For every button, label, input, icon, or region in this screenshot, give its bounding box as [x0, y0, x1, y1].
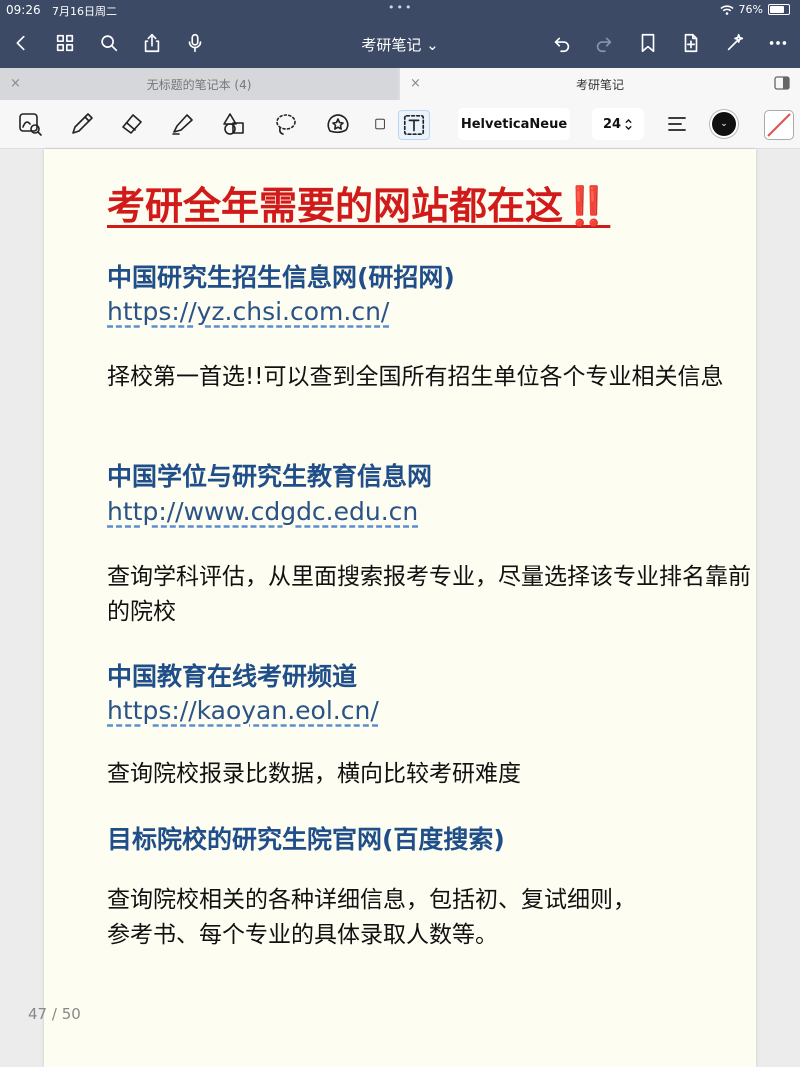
- chevron-down-icon: ⌄: [426, 36, 439, 54]
- eraser-tool[interactable]: [118, 110, 146, 138]
- more-icon: [769, 41, 787, 45]
- shapes-icon: [223, 113, 244, 135]
- text-box-icon: [403, 114, 425, 136]
- page-counter-current: 47: [28, 1005, 48, 1023]
- page-counter-separator: /: [47, 1005, 62, 1023]
- notebook-title-text: 考研笔记: [361, 36, 422, 54]
- sticker-tool[interactable]: [324, 110, 352, 138]
- drawing-toolbar: HelveticaNeue 24 ⌄: [0, 100, 800, 149]
- status-time: 09:26: [6, 3, 41, 17]
- add-page-button[interactable]: [678, 30, 704, 56]
- wifi-icon: [720, 4, 734, 15]
- redo-button[interactable]: [591, 30, 617, 56]
- more-button[interactable]: [765, 30, 791, 56]
- lasso-zoom-tool[interactable]: [16, 110, 44, 138]
- notebook-title-button[interactable]: 考研笔记 ⌄: [361, 36, 438, 54]
- tab-kaoyan-notes[interactable]: × 考研笔记: [400, 68, 800, 100]
- shape-tool[interactable]: [220, 110, 248, 138]
- share-button[interactable]: [139, 30, 165, 56]
- status-date: 7月16日周二: [52, 5, 117, 18]
- page-counter[interactable]: 47 / 50: [28, 1005, 81, 1023]
- highlighter-icon: [172, 114, 193, 135]
- tab-untitled-notebook[interactable]: × 无标题的笔记本 (4): [0, 68, 398, 100]
- font-size-select[interactable]: 24: [592, 108, 644, 140]
- pen-tool[interactable]: [68, 110, 96, 138]
- bookmark-icon: [641, 33, 655, 53]
- text-tool[interactable]: [398, 110, 430, 140]
- chevron-up-down-icon: [625, 118, 632, 130]
- share-icon: [144, 33, 160, 53]
- no-fill-icon: [767, 113, 791, 137]
- add-page-icon: [684, 33, 698, 53]
- section-desc-cdgdc[interactable]: 查询学科评估，从里面搜索报考专业，尽量选择该专业排名靠前的院校: [107, 560, 752, 630]
- lasso-tool[interactable]: [272, 110, 300, 138]
- section-desc-eol[interactable]: 查询院校报录比数据，横向比较考研难度: [107, 757, 752, 792]
- font-family-select[interactable]: HelveticaNeue: [458, 108, 570, 140]
- split-view-icon[interactable]: [774, 76, 790, 90]
- text-align-icon[interactable]: [666, 114, 688, 134]
- back-button[interactable]: [8, 30, 34, 56]
- eraser-icon: [122, 114, 142, 134]
- zoom-box-icon: [19, 113, 42, 136]
- tools-button[interactable]: [722, 30, 748, 56]
- highlighter-tool[interactable]: [168, 110, 196, 138]
- grid-icon: [56, 34, 74, 52]
- multitasking-dots[interactable]: •••: [388, 1, 413, 14]
- image-icon: [375, 118, 385, 130]
- bookmark-button[interactable]: [635, 30, 661, 56]
- lasso-icon: [276, 114, 296, 135]
- battery-fill: [770, 6, 784, 13]
- status-right: 76%: [720, 3, 790, 16]
- section-desc-target-school-line2[interactable]: 参考书、每个专业的具体录取人数等。: [107, 918, 752, 953]
- undo-icon: [554, 37, 570, 53]
- page-counter-total: 50: [61, 1005, 81, 1023]
- chevron-left-icon: [16, 35, 25, 51]
- microphone-button[interactable]: [182, 30, 208, 56]
- tab-label: 考研笔记: [575, 77, 624, 92]
- section-desc-yanzhao[interactable]: 择校第一首选!!可以查到全国所有招生单位各个专业相关信息: [107, 360, 752, 395]
- top-bar: 09:26 7月16日周二 ••• 76% 考研笔记 ⌄: [0, 0, 800, 68]
- text-color-button[interactable]: ⌄: [712, 112, 736, 136]
- microphone-icon: [188, 33, 202, 53]
- search-icon: [101, 35, 118, 52]
- close-icon[interactable]: ×: [410, 76, 421, 91]
- page-title[interactable]: 考研全年需要的网站都在这‼️: [107, 175, 610, 230]
- link-cdgdc[interactable]: http://www.cdgdc.edu.cn: [107, 497, 418, 526]
- font-size-value: 24: [602, 116, 622, 132]
- chevron-down-icon: ⌄: [720, 119, 728, 129]
- magic-wand-icon: [727, 33, 744, 51]
- thumbnails-button[interactable]: [52, 30, 78, 56]
- section-heading-target-school[interactable]: 目标院校的研究生院官网(百度搜索): [107, 820, 505, 856]
- tab-label: 无标题的笔记本 (4): [146, 77, 252, 92]
- redo-icon: [596, 37, 612, 53]
- pen-icon: [72, 113, 93, 134]
- section-heading-yanzhao[interactable]: 中国研究生招生信息网(研招网): [107, 258, 455, 294]
- section-heading-cdgdc[interactable]: 中国学位与研究生教育信息网: [107, 457, 432, 493]
- link-yanzhao[interactable]: https://yz.chsi.com.cn/: [107, 297, 389, 326]
- star-sticker-icon: [327, 114, 349, 134]
- section-desc-target-school-line1[interactable]: 查询院校相关的各种详细信息，包括初、复试细则，: [107, 883, 752, 918]
- section-heading-eol[interactable]: 中国教育在线考研频道: [107, 657, 357, 693]
- undo-button[interactable]: [549, 30, 575, 56]
- search-button[interactable]: [96, 30, 122, 56]
- fill-color-button[interactable]: [764, 110, 794, 140]
- battery-icon: [768, 4, 790, 15]
- close-icon[interactable]: ×: [10, 76, 21, 91]
- link-eol[interactable]: https://kaoyan.eol.cn/: [107, 696, 379, 725]
- battery-percent: 76%: [738, 3, 763, 16]
- tab-strip: × 无标题的笔记本 (4) × 考研笔记: [0, 68, 800, 100]
- image-tool[interactable]: [372, 110, 386, 138]
